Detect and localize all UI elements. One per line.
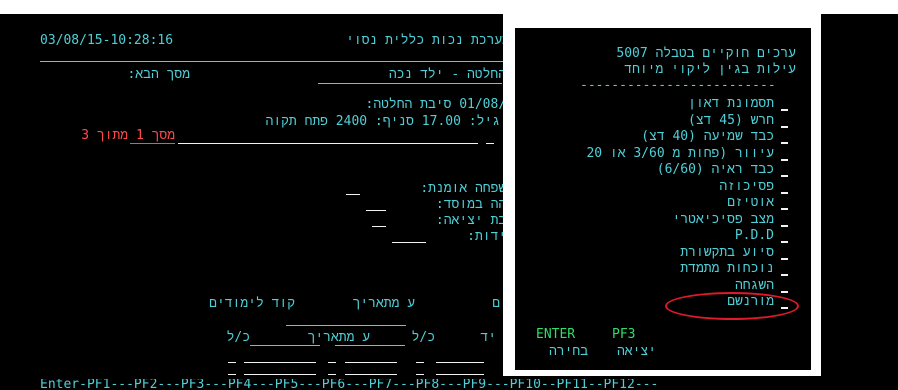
popup-option-select-field[interactable] bbox=[781, 241, 788, 243]
popup-option-select-field[interactable] bbox=[781, 126, 788, 128]
total-header: כ/ל bbox=[226, 330, 250, 345]
births-field[interactable] bbox=[392, 242, 426, 243]
popup-option[interactable]: חרש (45 דצ) bbox=[520, 113, 774, 128]
popup-option[interactable]: תסמונת דאון bbox=[520, 96, 774, 111]
exit-label: יבת יציאה: bbox=[435, 213, 514, 228]
popup-option[interactable]: עיוור (פחות מ 3/60 או 20 bbox=[520, 146, 774, 161]
table-field-1d[interactable] bbox=[345, 362, 397, 363]
datetime: 03/08/15-10:28:16 bbox=[40, 33, 174, 48]
age-branch-line: גיל: 17.00 סניף: 2400 פתח תקוה bbox=[265, 114, 500, 129]
decision-reason-field[interactable]: 01/08/1 סיבת החלטה: bbox=[280, 97, 515, 112]
table-field-1f[interactable] bbox=[436, 362, 484, 363]
popup-option-select-field[interactable] bbox=[781, 258, 788, 260]
study-code-header: קוד לימודים bbox=[209, 296, 295, 311]
popup-option-select-field[interactable] bbox=[781, 142, 788, 144]
highlight-ellipse bbox=[665, 292, 799, 320]
m-header: ם bbox=[492, 296, 500, 311]
table-field-1c[interactable] bbox=[328, 362, 336, 363]
table-field-1a[interactable] bbox=[228, 362, 236, 363]
table-field-2b[interactable] bbox=[244, 374, 316, 375]
row-underline-2 bbox=[335, 345, 405, 346]
terminal-screenshot: 03/08/15-10:28:16 מערכת נכות כללית נסוי … bbox=[0, 0, 898, 390]
popup-title-table: ערכים חוקיים בטבלה 5007 bbox=[616, 46, 796, 61]
popup-separator: ------------------------- bbox=[580, 78, 776, 93]
table-field-2c[interactable] bbox=[328, 374, 336, 375]
exit-action-label: יציאה bbox=[616, 344, 656, 359]
from-date-header-2: ע מתאריך bbox=[307, 330, 370, 345]
popup-option[interactable]: נוכחות מתמדת bbox=[520, 261, 774, 276]
table-field-2a[interactable] bbox=[228, 374, 236, 375]
next-screen-label: מסך הבא: bbox=[127, 67, 190, 82]
yd-header: יד bbox=[480, 330, 496, 345]
popup-option-select-field[interactable] bbox=[781, 225, 788, 227]
exit-field[interactable] bbox=[372, 226, 386, 227]
screen-counter: מסך 1 מתוך 3 bbox=[81, 128, 175, 143]
table-field-1e[interactable] bbox=[416, 362, 424, 363]
popup-option[interactable]: אוטיזם bbox=[520, 195, 774, 210]
births-label: יידות: bbox=[467, 229, 514, 244]
popup-option[interactable]: כבד ראיה (6/60) bbox=[520, 162, 774, 177]
popup-title-reason: עילות בגין ליקוי מיוחד bbox=[624, 62, 796, 77]
function-key-bar: Enter-PF1---PF2---PF3---PF4---PF5---PF6-… bbox=[40, 379, 659, 390]
input-line-short[interactable] bbox=[486, 143, 494, 144]
row-underline-1 bbox=[250, 345, 320, 346]
popup-option[interactable]: סיוע בתקשורת bbox=[520, 245, 774, 260]
popup-option-select-field[interactable] bbox=[781, 274, 788, 276]
foster-family-label: משפחה אומנת: bbox=[420, 181, 514, 196]
table-field-2e[interactable] bbox=[416, 374, 424, 375]
institution-field[interactable] bbox=[366, 210, 386, 211]
popup-option-select-field[interactable] bbox=[781, 208, 788, 210]
table-field-2d[interactable] bbox=[345, 374, 397, 375]
total-header-2: כ/ל bbox=[411, 330, 435, 345]
select-label: בחירה bbox=[548, 344, 588, 359]
from-date-underline bbox=[286, 325, 406, 326]
enter-key-label[interactable]: ENTER bbox=[536, 327, 575, 342]
popup-option-select-field[interactable] bbox=[781, 159, 788, 161]
popup-option-select-field[interactable] bbox=[781, 192, 788, 194]
from-date-header: ע מתאריך bbox=[352, 296, 415, 311]
institution-label: והה במוסד: bbox=[435, 197, 514, 212]
table-field-1b[interactable] bbox=[244, 362, 316, 363]
table-field-2f[interactable] bbox=[436, 374, 484, 375]
decision-title: החלטה - ילד נכה bbox=[388, 67, 506, 82]
popup-option[interactable]: מצב פסיכיאטרי bbox=[520, 212, 774, 227]
decision-title-underline bbox=[318, 83, 502, 84]
popup-option[interactable]: פסיכוזה bbox=[520, 179, 774, 194]
popup-option[interactable]: השגחה bbox=[520, 278, 774, 293]
popup-option[interactable]: P.D.D bbox=[520, 228, 774, 243]
system-title: מערכת נכות כללית נסוי bbox=[346, 33, 510, 48]
popup-option-select-field[interactable] bbox=[781, 291, 788, 293]
popup-option[interactable]: כבד שמיעה (40 דצ) bbox=[520, 129, 774, 144]
foster-family-field[interactable] bbox=[346, 194, 360, 195]
popup-option-select-field[interactable] bbox=[781, 175, 788, 177]
input-line-main[interactable] bbox=[178, 143, 478, 144]
pf3-key-label[interactable]: PF3 bbox=[612, 327, 635, 342]
popup-option-select-field[interactable] bbox=[781, 109, 788, 111]
header-divider bbox=[40, 61, 514, 62]
screen-counter-underline bbox=[130, 143, 175, 144]
